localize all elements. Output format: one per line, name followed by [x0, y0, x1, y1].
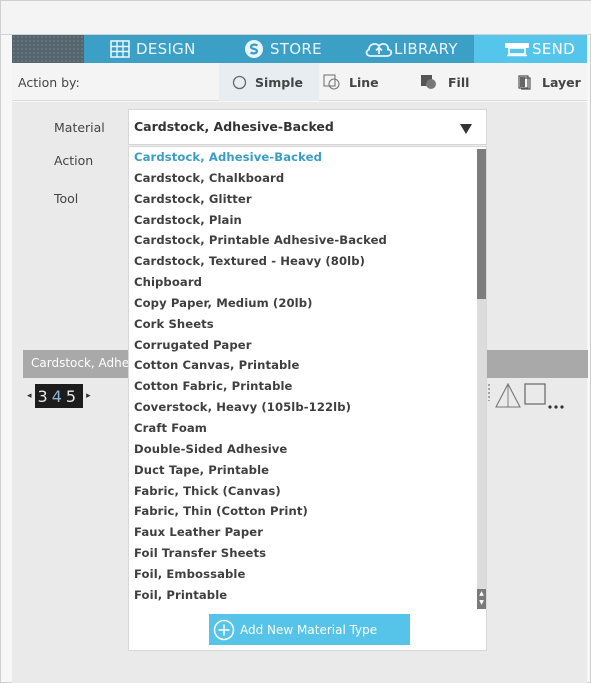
tab-send[interactable]: SEND: [474, 35, 587, 63]
window-top-strip: [1, 1, 591, 35]
material-option[interactable]: Cardstock, Adhesive-Backed: [129, 147, 475, 168]
cutter-icon: [505, 43, 529, 57]
material-option[interactable]: Cardstock, Plain: [129, 210, 475, 231]
dropdown-caret-icon[interactable]: [460, 124, 472, 134]
material-option[interactable]: Foil Transfer Sheets: [129, 543, 475, 564]
action-label: Action: [54, 153, 94, 168]
tab-design[interactable]: DESIGN: [110, 35, 196, 63]
square-icon[interactable]: [523, 381, 547, 411]
arrow-right-icon[interactable]: ▸: [86, 391, 91, 401]
blade-setting-strip[interactable]: ◂ 3 4 5 ▸: [27, 384, 91, 408]
dropdown-scrollbar[interactable]: ▲ ▼: [477, 149, 486, 609]
material-option[interactable]: Cardstock, Printable Adhesive-Backed: [129, 230, 475, 251]
material-option[interactable]: Foil, Embossable: [129, 564, 475, 585]
material-option[interactable]: Faux Leather Paper: [129, 522, 475, 543]
action-by-bar: Action by: Simple Line Fill Layer: [12, 63, 587, 101]
material-option[interactable]: Cotton Fabric, Printable: [129, 376, 475, 397]
material-option[interactable]: Cork Sheets: [129, 314, 475, 335]
material-select[interactable]: Cardstock, Adhesive-Backed: [128, 109, 487, 145]
material-option[interactable]: Cotton Canvas, Printable: [129, 355, 475, 376]
more-icon[interactable]: [547, 381, 565, 411]
material-list: Cardstock, Adhesive-Backed Cardstock, Cha…: [129, 147, 475, 606]
blade-number: 5: [65, 386, 77, 406]
material-option[interactable]: Chipboard: [129, 272, 475, 293]
action-fill-label: Fill: [448, 74, 470, 90]
action-line-button[interactable]: Line: [323, 63, 379, 101]
tab-design-label: DESIGN: [136, 40, 196, 58]
material-label: Material: [54, 120, 105, 135]
material-option[interactable]: Foil, Printable: [129, 585, 475, 606]
action-fill-button[interactable]: Fill: [420, 63, 469, 101]
material-option[interactable]: Double-Sided Adhesive: [129, 439, 475, 460]
main-tab-bar: DESIGN STORE LIBRARY SEND: [12, 35, 587, 63]
blade-number-display: 3 4 5: [34, 384, 84, 408]
material-option[interactable]: Fabric, Thin (Cotton Print): [129, 501, 475, 522]
arrow-left-icon[interactable]: ◂: [27, 391, 32, 401]
line-icon: [323, 74, 340, 90]
scrollbar-thumb[interactable]: [477, 149, 486, 299]
action-simple-label: Simple: [255, 74, 304, 90]
add-material-label: Add New Material Type: [240, 622, 378, 637]
tab-store-label: STORE: [270, 40, 322, 58]
tab-library-label: LIBRARY: [394, 40, 458, 58]
material-option[interactable]: Fabric, Thick (Canvas): [129, 481, 475, 502]
fill-icon: [421, 75, 436, 89]
add-material-button[interactable]: Add New Material Type: [209, 614, 410, 645]
material-option[interactable]: Cardstock, Textured - Heavy (80lb): [129, 251, 475, 272]
tab-bar-texture: [12, 35, 84, 63]
tab-library[interactable]: LIBRARY: [364, 35, 458, 63]
material-option[interactable]: Corrugated Paper: [129, 335, 475, 356]
plus-circle-icon: [213, 619, 235, 640]
tab-send-label: SEND: [532, 40, 575, 58]
tab-store[interactable]: STORE: [244, 35, 322, 63]
material-option[interactable]: Coverstock, Heavy (105lb-122lb): [129, 397, 475, 418]
material-option[interactable]: Cardstock, Glitter: [129, 189, 475, 210]
scroll-arrows-icon[interactable]: ▲ ▼: [477, 589, 486, 609]
material-select-value: Cardstock, Adhesive-Backed: [134, 119, 334, 134]
material-summary-label: Cardstock, Adhe: [31, 356, 130, 370]
tool-icons: [485, 381, 565, 411]
circle-icon: [232, 75, 247, 89]
material-option[interactable]: Duct Tape, Printable: [129, 460, 475, 481]
triangle-icon[interactable]: [493, 381, 523, 411]
material-option[interactable]: Craft Foam: [129, 418, 475, 439]
action-line-label: Line: [349, 74, 379, 90]
blade-number: 3: [37, 386, 48, 406]
action-simple-button[interactable]: Simple: [219, 63, 319, 101]
cloud-icon: [365, 43, 393, 57]
tool-label: Tool: [54, 191, 79, 206]
app-window: DESIGN STORE LIBRARY SEND Action by: Sim…: [0, 0, 591, 683]
layer-icon: [518, 75, 531, 90]
action-layer-button[interactable]: Layer: [516, 63, 581, 101]
blade-number-selected: 4: [51, 386, 62, 406]
material-dropdown: Cardstock, Adhesive-Backed Cardstock, Cha…: [128, 146, 487, 651]
material-option[interactable]: Copy Paper, Medium (20lb): [129, 293, 475, 314]
store-icon: [245, 40, 263, 58]
action-layer-label: Layer: [542, 74, 581, 90]
material-option[interactable]: Cardstock, Chalkboard: [129, 168, 475, 189]
action-by-label: Action by:: [18, 75, 80, 90]
grid-icon: [110, 40, 130, 58]
